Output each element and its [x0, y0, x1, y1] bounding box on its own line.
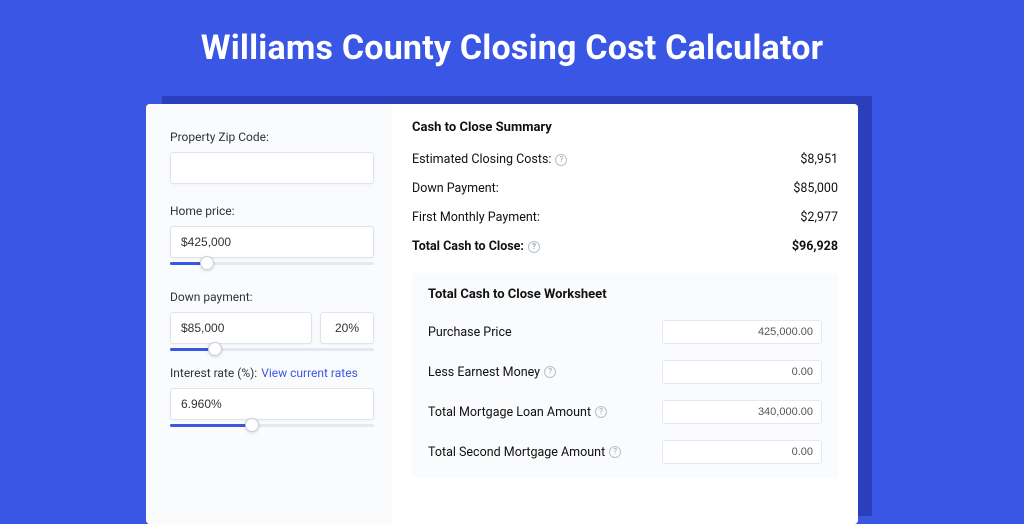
home-price-slider-thumb[interactable] — [200, 256, 214, 270]
view-rates-link[interactable]: View current rates — [261, 366, 358, 380]
zip-input[interactable] — [170, 152, 374, 184]
calculator-card: Property Zip Code: Home price: Down paym… — [146, 104, 858, 524]
summary-total-value: $96,928 — [792, 239, 838, 254]
worksheet-value-input[interactable] — [662, 440, 822, 464]
worksheet-row-purchase-price: Purchase Price — [428, 312, 822, 352]
down-payment-label: Down payment: — [170, 290, 374, 304]
interest-rate-slider[interactable] — [170, 418, 374, 432]
worksheet-section: Total Cash to Close Worksheet Purchase P… — [412, 273, 838, 478]
worksheet-title: Total Cash to Close Worksheet — [428, 287, 822, 302]
zip-label: Property Zip Code: — [170, 130, 374, 144]
worksheet-row-mortgage-amount: Total Mortgage Loan Amount — [428, 392, 822, 432]
summary-row-first-payment: First Monthly Payment: $2,977 — [412, 203, 838, 232]
summary-row-down-payment: Down Payment: $85,000 — [412, 174, 838, 203]
worksheet-row-earnest-money: Less Earnest Money — [428, 352, 822, 392]
summary-label: Estimated Closing Costs: — [412, 152, 551, 167]
worksheet-label: Purchase Price — [428, 325, 512, 340]
summary-value: $8,951 — [800, 152, 838, 167]
interest-rate-label: Interest rate (%): — [170, 366, 257, 380]
down-payment-slider-thumb[interactable] — [208, 342, 222, 356]
summary-title: Cash to Close Summary — [412, 120, 838, 135]
summary-total-label: Total Cash to Close: — [412, 239, 524, 254]
help-icon[interactable] — [544, 366, 556, 378]
inputs-pane: Property Zip Code: Home price: Down paym… — [146, 104, 392, 524]
worksheet-value-input[interactable] — [662, 320, 822, 344]
summary-row-total: Total Cash to Close: $96,928 — [412, 232, 838, 261]
help-icon[interactable] — [609, 446, 621, 458]
down-payment-slider[interactable] — [170, 342, 374, 356]
worksheet-row-second-mortgage: Total Second Mortgage Amount — [428, 432, 822, 472]
worksheet-label: Less Earnest Money — [428, 365, 540, 380]
summary-label: Down Payment: — [412, 181, 499, 196]
worksheet-value-input[interactable] — [662, 400, 822, 424]
help-icon[interactable] — [555, 154, 567, 166]
home-price-slider[interactable] — [170, 256, 374, 270]
interest-rate-slider-thumb[interactable] — [245, 418, 259, 432]
worksheet-label: Total Second Mortgage Amount — [428, 445, 605, 460]
home-price-input[interactable] — [170, 226, 374, 258]
page-title: Williams County Closing Cost Calculator — [0, 0, 1024, 68]
down-payment-pct-input[interactable] — [320, 312, 374, 344]
worksheet-label: Total Mortgage Loan Amount — [428, 405, 591, 420]
worksheet-value-input[interactable] — [662, 360, 822, 384]
summary-label: First Monthly Payment: — [412, 210, 540, 225]
summary-pane: Cash to Close Summary Estimated Closing … — [392, 104, 858, 524]
summary-value: $2,977 — [800, 210, 838, 225]
down-payment-input[interactable] — [170, 312, 312, 344]
help-icon[interactable] — [528, 241, 540, 253]
home-price-label: Home price: — [170, 204, 374, 218]
help-icon[interactable] — [595, 406, 607, 418]
summary-value: $85,000 — [793, 181, 838, 196]
summary-row-closing-costs: Estimated Closing Costs: $8,951 — [412, 145, 838, 174]
interest-rate-input[interactable] — [170, 388, 374, 420]
